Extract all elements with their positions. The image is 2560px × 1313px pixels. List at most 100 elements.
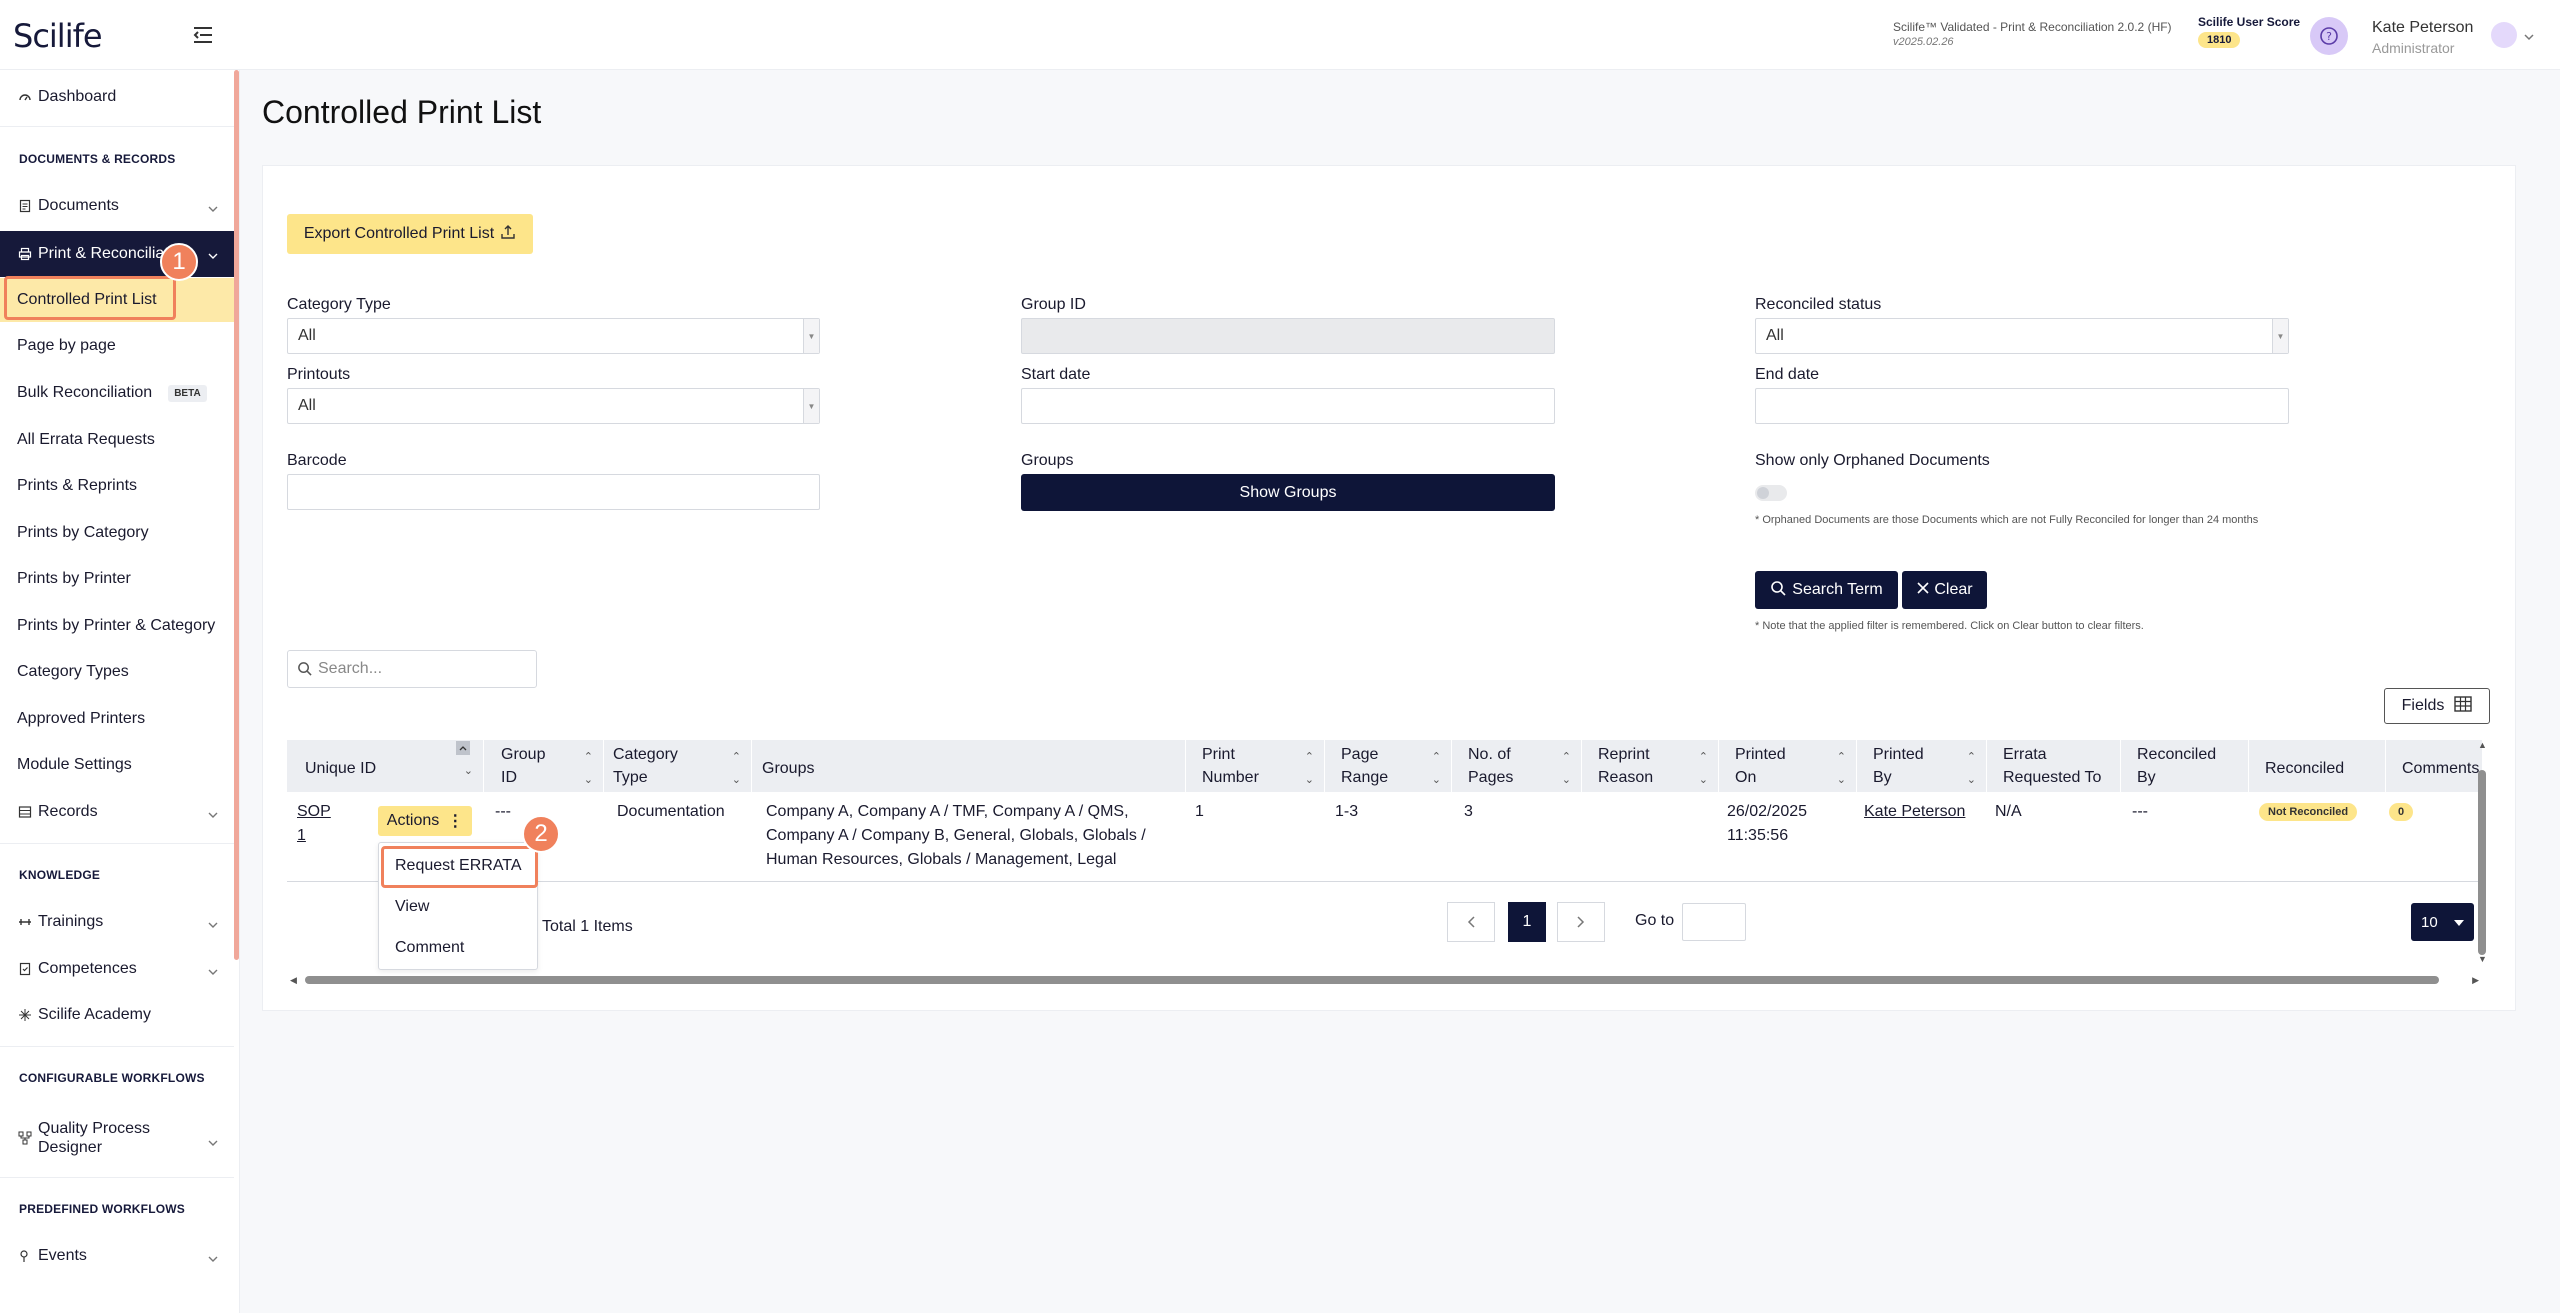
sidebar-item-all-errata[interactable]: All Errata Requests [0,418,234,462]
sidebar-item-records[interactable]: Records [0,790,234,834]
column-header-no-pages[interactable]: No. of Pages ⌃ ⌄ [1452,740,1582,792]
scrollbar-thumb[interactable] [2478,770,2486,955]
column-header-print-number[interactable]: Print Number ⌃ ⌄ [1186,740,1325,792]
help-icon[interactable]: ? [2310,17,2348,55]
show-groups-button[interactable]: Show Groups [1021,474,1555,511]
orphaned-toggle[interactable] [1755,485,1787,501]
page-button-current[interactable]: 1 [1508,902,1546,942]
column-header-category-type[interactable]: Category Type ⌃ ⌄ [604,740,752,792]
sidebar: Dashboard DOCUMENTS & RECORDS Documents … [0,70,240,1313]
column-header-group-id[interactable]: Group ID ⌃ ⌄ [484,740,604,792]
chevron-down-icon[interactable] [2524,28,2534,46]
sidebar-item-prints-by-category[interactable]: Prints by Category [0,511,234,555]
scroll-down-icon[interactable]: ▼ [2478,954,2487,964]
divider [0,126,234,127]
scroll-up-icon[interactable]: ▲ [2478,740,2487,750]
section-heading: CONFIGURABLE WORKFLOWS [19,1071,205,1085]
menu-item-comment[interactable]: Comment [395,939,464,957]
end-date-label: End date [1755,366,1820,383]
scroll-left-icon[interactable]: ◀ [290,975,297,986]
category-type-select[interactable]: All ▼ [287,318,820,354]
export-button[interactable]: Export Controlled Print List [287,214,533,254]
printouts-select[interactable]: All ▼ [287,388,820,424]
unique-id-link[interactable]: SOP 1 [297,800,331,848]
column-header-page-range[interactable]: Page Range ⌃ ⌄ [1325,740,1452,792]
sidebar-item-prints-reprints[interactable]: Prints & Reprints [0,464,234,508]
sort-icon[interactable]: ⌃ ⌄ [1699,746,1708,792]
sidebar-item-quality-process-designer[interactable]: Quality Process Designer [0,1110,234,1166]
search-icon [1770,580,1786,601]
column-header-printed-by[interactable]: Printed By ⌃ ⌄ [1857,740,1987,792]
fields-button[interactable]: Fields [2384,688,2490,724]
divider [0,1177,234,1178]
sidebar-item-print-reconciliation[interactable]: Print & Reconciliation [0,231,234,277]
prev-page-button[interactable] [1447,902,1495,942]
menu-item-view[interactable]: View [395,898,429,916]
barcode-input[interactable] [287,474,820,510]
start-date-input[interactable] [1021,388,1555,424]
sidebar-item-prints-by-printer[interactable]: Prints by Printer [0,557,234,601]
collapse-sidebar-icon[interactable] [190,22,216,48]
sidebar-item-prints-by-printer-category[interactable]: Prints by Printer & Category [0,604,234,648]
go-to-page-input[interactable] [1682,903,1746,941]
sort-up-icon[interactable] [456,741,470,755]
sort-icon[interactable]: ⌃ ⌄ [1432,746,1441,792]
close-icon [1916,581,1930,600]
sort-icon[interactable]: ⌃ ⌄ [584,746,593,792]
sort-icon[interactable]: ⌃ ⌄ [1837,746,1846,792]
sidebar-scrollbar[interactable] [234,70,239,960]
sidebar-item-approved-printers[interactable]: Approved Printers [0,697,234,741]
column-header-reprint-reason[interactable]: Reprint Reason ⌃ ⌄ [1582,740,1719,792]
table-search-input[interactable]: Search... [287,650,537,688]
avatar[interactable] [2491,22,2517,48]
table-vertical-scrollbar[interactable]: ▲ ▼ [2478,740,2487,965]
table-horizontal-scrollbar[interactable]: ◀ ▶ [287,975,2482,986]
status-badge: Not Reconciled [2259,803,2358,821]
scrollbar-thumb[interactable] [305,976,2439,984]
printer-icon [18,247,32,261]
sidebar-item-events[interactable]: Events [0,1234,234,1278]
sidebar-item-academy[interactable]: Scilife Academy [0,993,234,1037]
start-date-label: Start date [1021,366,1091,383]
group-id-field [1021,318,1555,354]
reconciled-status-select[interactable]: All ▼ [1755,318,2289,354]
printed-by-link[interactable]: Kate Peterson [1864,800,1965,824]
sidebar-item-documents[interactable]: Documents [0,184,234,228]
search-term-button[interactable]: Search Term [1755,571,1898,609]
chevron-down-icon [208,247,218,265]
search-term-label: Search Term [1792,581,1883,598]
user-info[interactable]: Kate Peterson Administrator [2372,18,2473,58]
scroll-right-icon[interactable]: ▶ [2472,975,2479,986]
sidebar-item-dashboard[interactable]: Dashboard [0,75,234,119]
sort-icon[interactable]: ⌃ ⌄ [732,746,741,792]
page-size-select[interactable]: 10 [2411,903,2474,941]
sort-down-icon[interactable]: ⌄ [464,760,473,783]
clear-button[interactable]: Clear [1902,571,1987,609]
header-label: Page [1341,746,1379,763]
scilife-logo[interactable]: Scilife [13,17,103,55]
header-label: By [2137,769,2156,786]
header-label: Type [613,769,648,786]
sidebar-item-module-settings[interactable]: Module Settings [0,743,234,787]
beta-badge: BETA [168,384,207,402]
sort-icon[interactable]: ⌃ ⌄ [1305,746,1314,792]
end-date-input[interactable] [1755,388,2289,424]
column-header-printed-on[interactable]: Printed On ⌃ ⌄ [1719,740,1857,792]
sidebar-item-competences[interactable]: Competences [0,947,234,991]
sort-icon[interactable]: ⌃ ⌄ [1562,746,1571,792]
column-header-unique-id[interactable]: Unique ID ⌄ [287,740,484,792]
sidebar-item-bulk-reconciliation[interactable]: Bulk Reconciliation BETA [0,371,234,415]
sidebar-item-page-by-page[interactable]: Page by page [0,324,234,368]
header-label: ID [501,769,517,786]
sidebar-item-trainings[interactable]: Trainings [0,900,234,944]
top-header: Scilife Scilife™ Validated - Print & Rec… [0,0,2560,70]
main-card [262,165,2516,1011]
next-page-button[interactable] [1557,902,1605,942]
sort-icon[interactable]: ⌃ ⌄ [1967,746,1976,792]
label-line: Quality Process [38,1120,151,1137]
header-label: Number [1202,769,1259,786]
actions-button[interactable]: Actions ⋮ [378,806,472,836]
chevron-right-icon [1577,916,1585,928]
table-icon [2454,695,2473,717]
sidebar-item-category-types[interactable]: Category Types [0,650,234,694]
